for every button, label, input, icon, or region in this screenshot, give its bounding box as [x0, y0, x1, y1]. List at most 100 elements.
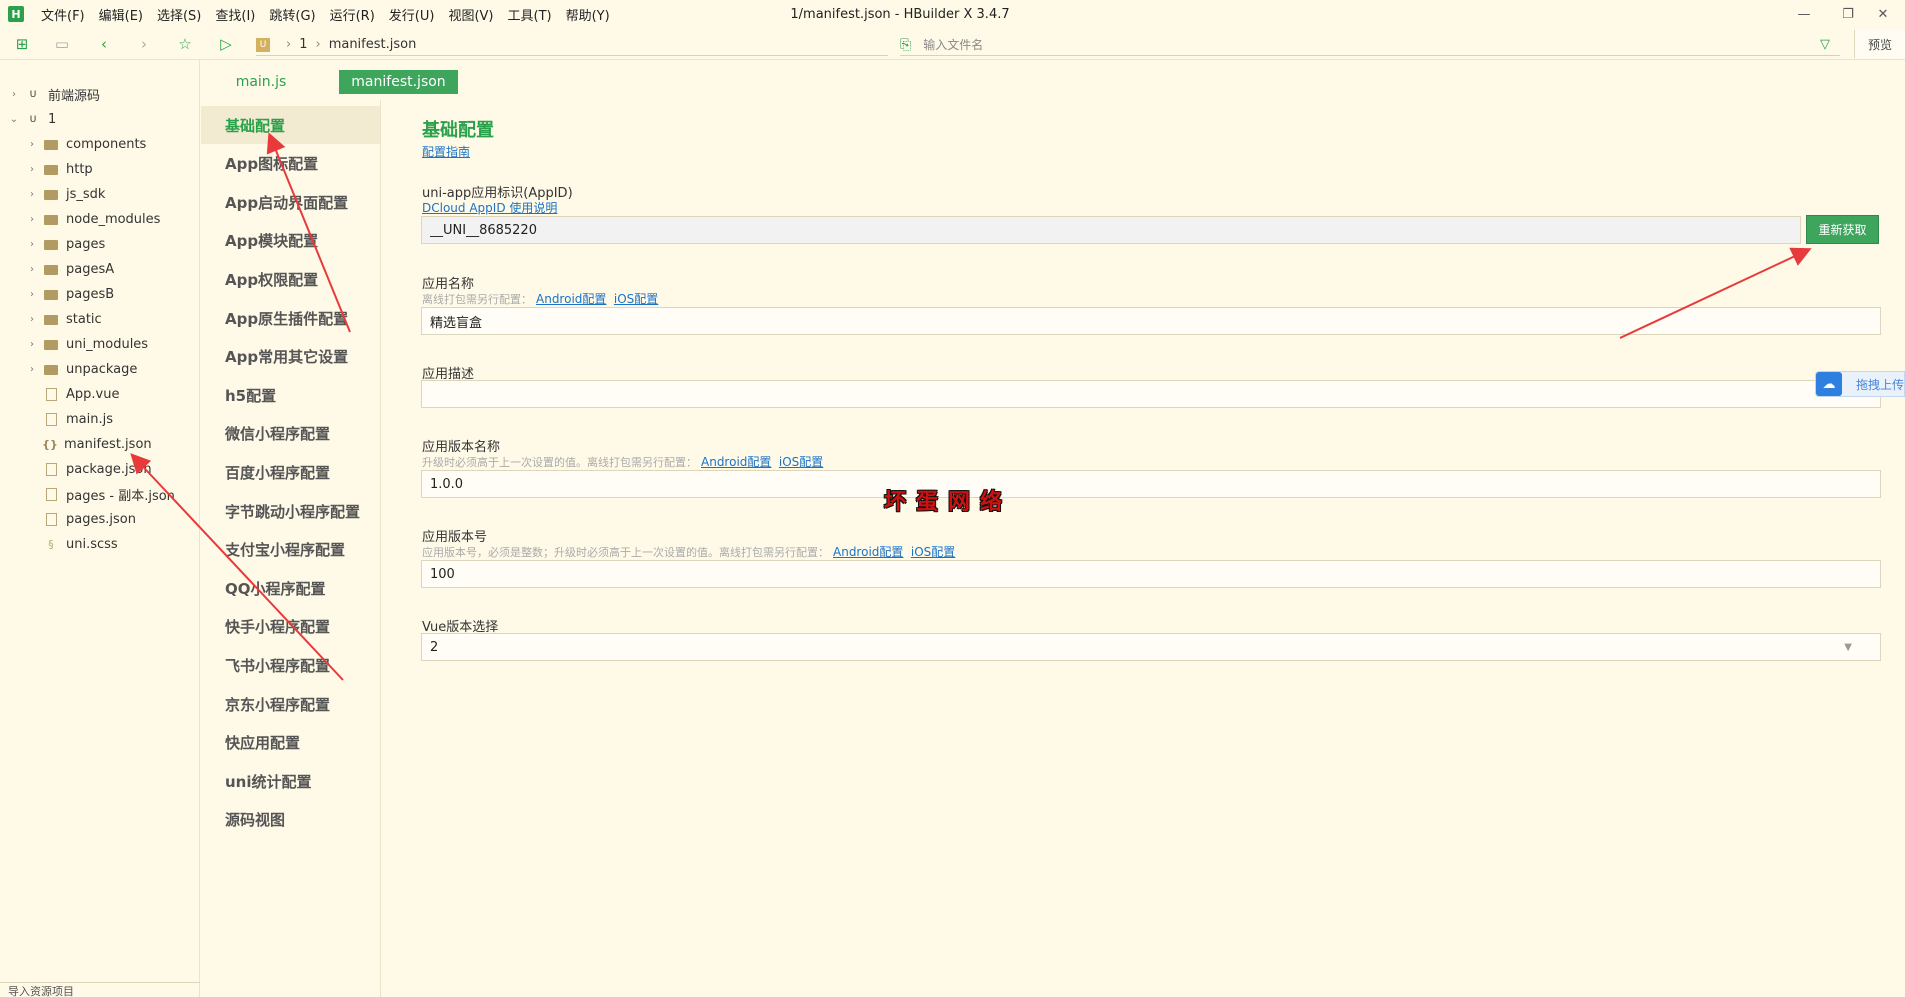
tab-main-js[interactable]: main.js — [223, 70, 299, 94]
chevron-right-icon[interactable]: › — [26, 164, 38, 175]
chevron-right-icon[interactable]: › — [26, 364, 38, 375]
settings-nav-item[interactable]: QQ小程序配置 — [201, 569, 380, 607]
settings-nav-item[interactable]: App常用其它设置 — [201, 338, 380, 376]
menu-help[interactable]: 帮助(Y) — [559, 5, 617, 24]
vue-version-select[interactable]: 2 ▼ — [421, 633, 1881, 661]
tree-item[interactable]: › pagesB — [0, 282, 198, 307]
chevron-right-icon[interactable]: › — [26, 314, 38, 325]
tree-item[interactable]: § uni.scss — [0, 532, 198, 557]
tree-item[interactable]: › pagesA — [0, 257, 198, 282]
favorite-icon[interactable]: ☆ — [175, 34, 195, 54]
settings-nav-item[interactable]: 京东小程序配置 — [201, 685, 380, 723]
preview-button[interactable]: 预览 — [1854, 30, 1905, 58]
chevron-right-icon[interactable]: › — [26, 239, 38, 250]
tree-item[interactable]: package.json — [0, 457, 198, 482]
save-icon[interactable]: ▭ — [52, 34, 72, 54]
tree-item[interactable]: › pages — [0, 232, 198, 257]
version-name-input[interactable] — [421, 470, 1881, 498]
tree-item-label: pagesB — [66, 287, 115, 302]
breadcrumb-separator: › — [286, 37, 292, 52]
menu-tools[interactable]: 工具(T) — [501, 5, 559, 24]
tree-item[interactable]: › static — [0, 307, 198, 332]
chevron-right-icon[interactable]: › — [8, 89, 20, 100]
back-icon[interactable]: ‹ — [94, 34, 114, 54]
chevron-down-icon[interactable]: ⌄ — [8, 114, 20, 125]
version-code-input[interactable] — [421, 560, 1881, 588]
tree-item-label: pagesA — [66, 262, 115, 277]
settings-nav-item[interactable]: App启动界面配置 — [201, 183, 380, 221]
chevron-right-icon[interactable]: › — [26, 264, 38, 275]
run-icon[interactable]: ▷ — [216, 34, 236, 54]
forward-icon[interactable]: › — [134, 34, 154, 54]
settings-nav-item[interactable]: 百度小程序配置 — [201, 453, 380, 491]
breadcrumb-file[interactable]: manifest.json — [329, 37, 417, 52]
settings-nav-item[interactable]: App模块配置 — [201, 222, 380, 260]
android-config-link[interactable]: Android配置 — [833, 545, 903, 559]
menu-find[interactable]: 查找(I) — [208, 5, 262, 24]
settings-nav-item[interactable]: App权限配置 — [201, 260, 380, 298]
menu-file[interactable]: 文件(F) — [34, 5, 92, 24]
breadcrumb-project[interactable]: 1 — [299, 37, 307, 52]
new-file-icon[interactable]: ⊞ — [12, 34, 32, 54]
close-button[interactable]: ✕ — [1861, 0, 1905, 28]
settings-nav-item[interactable]: uni统计配置 — [201, 762, 380, 800]
tab-manifest-json[interactable]: manifest.json — [339, 70, 458, 94]
settings-nav-item[interactable]: 快应用配置 — [201, 724, 380, 762]
menu-edit[interactable]: 编辑(E) — [92, 5, 150, 24]
settings-nav-item[interactable]: 源码视图 — [201, 801, 380, 839]
menu-publish[interactable]: 发行(U) — [382, 5, 442, 24]
chevron-right-icon[interactable]: › — [26, 339, 38, 350]
menu-goto[interactable]: 跳转(G) — [262, 5, 322, 24]
settings-nav-item[interactable]: App图标配置 — [201, 145, 380, 183]
filter-icon[interactable]: ▽ — [1820, 37, 1830, 52]
import-project-footer[interactable]: 导入资源项目 — [0, 982, 200, 997]
android-config-link[interactable]: Android配置 — [701, 455, 771, 469]
project-explorer: › U 前端源码 ⌄ U 1 › components › http › js_sdk › node_mo… — [0, 60, 200, 997]
settings-nav-item[interactable]: 微信小程序配置 — [201, 415, 380, 453]
settings-nav-item[interactable]: 字节跳动小程序配置 — [201, 492, 380, 530]
file-search-input[interactable] — [923, 37, 1784, 52]
settings-nav-item[interactable]: 飞书小程序配置 — [201, 646, 380, 684]
tree-item[interactable]: › components — [0, 132, 198, 157]
menu-select[interactable]: 选择(S) — [150, 5, 208, 24]
app-desc-input[interactable] — [421, 380, 1881, 408]
chevron-right-icon[interactable]: › — [26, 139, 38, 150]
app-name-input[interactable] — [421, 307, 1881, 335]
tree-item[interactable]: › http — [0, 157, 198, 182]
ios-config-link[interactable]: iOS配置 — [911, 545, 955, 559]
file-icon — [46, 513, 57, 526]
tree-item[interactable]: › js_sdk — [0, 182, 198, 207]
appid-input[interactable] — [421, 216, 1801, 244]
menu-view[interactable]: 视图(V) — [441, 5, 500, 24]
tree-item[interactable]: › unpackage — [0, 357, 198, 382]
tree-item-label: manifest.json — [64, 437, 152, 452]
tree-item[interactable]: › U 前端源码 — [0, 82, 198, 107]
manifest-settings-nav: 基础配置 App图标配置 App启动界面配置 App模块配置 App权限配置 App原生插… — [201, 100, 381, 997]
appid-help-link[interactable]: DCloud AppID 使用说明 — [422, 199, 557, 216]
chevron-right-icon[interactable]: › — [26, 289, 38, 300]
tree-item[interactable]: {} manifest.json — [0, 432, 198, 457]
tree-item[interactable]: pages - 副本.json — [0, 482, 198, 507]
chevron-right-icon[interactable]: › — [26, 189, 38, 200]
settings-nav-item[interactable]: h5配置 — [201, 376, 380, 414]
tree-item[interactable]: ⌄ U 1 — [0, 107, 198, 132]
menu-run[interactable]: 运行(R) — [323, 5, 382, 24]
chevron-right-icon[interactable]: › — [26, 214, 38, 225]
tree-item[interactable]: › node_modules — [0, 207, 198, 232]
settings-nav-item[interactable]: 快手小程序配置 — [201, 608, 380, 646]
android-config-link[interactable]: Android配置 — [536, 292, 606, 306]
tree-item[interactable]: main.js — [0, 407, 198, 432]
settings-nav-item[interactable]: App原生插件配置 — [201, 299, 380, 337]
tree-item[interactable]: App.vue — [0, 382, 198, 407]
tree-item[interactable]: pages.json — [0, 507, 198, 532]
folder-icon — [44, 289, 58, 300]
drag-upload-widget[interactable]: ☁ 拖拽上传 — [1815, 371, 1905, 397]
ios-config-link[interactable]: iOS配置 — [779, 455, 823, 469]
config-guide-link[interactable]: 配置指南 — [422, 143, 470, 160]
minimize-button[interactable]: — — [1782, 0, 1826, 28]
settings-nav-item[interactable]: 支付宝小程序配置 — [201, 531, 380, 569]
tree-item[interactable]: › uni_modules — [0, 332, 198, 357]
ios-config-link[interactable]: iOS配置 — [614, 292, 658, 306]
settings-nav-item[interactable]: 基础配置 — [201, 106, 380, 144]
refetch-appid-button[interactable]: 重新获取 — [1806, 215, 1879, 244]
